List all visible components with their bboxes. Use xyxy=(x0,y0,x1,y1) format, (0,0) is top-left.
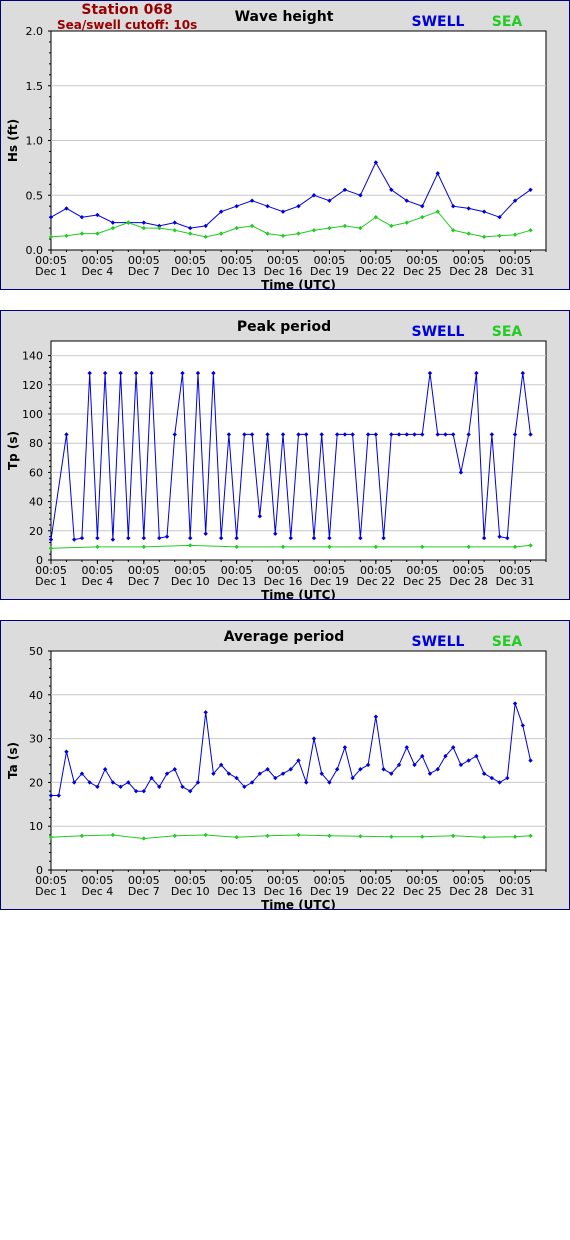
plot-area xyxy=(50,340,547,561)
chart-title: Average period xyxy=(224,629,345,645)
x-axis-label: Time (UTC) xyxy=(261,278,336,289)
peak-period-chart: 02040608010012014000:05Dec 100:05Dec 400… xyxy=(6,319,547,599)
x-tick-date: Dec 1 xyxy=(35,575,67,588)
y-tick-label: 20 xyxy=(29,776,43,789)
y-tick-label: 0.5 xyxy=(26,189,44,202)
x-tick-date: Dec 7 xyxy=(128,885,160,898)
station-name: Station 068 xyxy=(81,2,173,18)
x-tick-date: Dec 28 xyxy=(449,575,488,588)
x-tick-date: Dec 31 xyxy=(496,575,535,588)
station-header: Station 068 Sea/swell cutoff: 10s xyxy=(57,2,198,33)
x-tick-date: Dec 22 xyxy=(356,885,395,898)
x-tick-date: Dec 13 xyxy=(217,575,256,588)
wave-height-chart: 0.00.51.01.52.000:05Dec 100:05Dec 400:05… xyxy=(6,9,547,289)
chart-title: Wave height xyxy=(235,9,334,25)
cutoff-note: Sea/swell cutoff: 10s xyxy=(57,18,198,32)
x-tick-date: Dec 10 xyxy=(171,575,210,588)
average-period-chart: 0102030405000:05Dec 100:05Dec 400:05Dec … xyxy=(6,629,547,909)
legend-sea: SEA xyxy=(492,14,523,30)
x-tick-date: Dec 4 xyxy=(82,575,114,588)
x-tick-date: Dec 31 xyxy=(496,265,535,278)
x-tick-date: Dec 25 xyxy=(403,265,442,278)
y-tick-label: 10 xyxy=(29,820,43,833)
legend-sea: SEA xyxy=(492,324,523,340)
y-tick-label: 2.0 xyxy=(26,25,44,38)
x-tick-date: Dec 16 xyxy=(264,575,303,588)
x-tick-date: Dec 13 xyxy=(217,885,256,898)
x-tick-date: Dec 4 xyxy=(82,265,114,278)
x-tick-date: Dec 19 xyxy=(310,575,349,588)
y-axis-label: Hs (ft) xyxy=(6,119,20,162)
x-tick-date: Dec 1 xyxy=(35,265,67,278)
chart-title: Peak period xyxy=(237,319,331,335)
peak-period-panel: 0 20 40 60 80 100 120 140 00:05 Dec 1 00:05 Dec 4 00… xyxy=(0,310,570,600)
y-tick-label: 80 xyxy=(29,437,43,450)
y-tick-label: 40 xyxy=(29,496,43,509)
average-period-panel: 0 10 20 30 40 50 00:05 Dec 1 00:05 Dec 4 00:05 Dec … xyxy=(0,620,570,910)
y-tick-label: 140 xyxy=(22,350,43,363)
x-tick-date: Dec 25 xyxy=(403,885,442,898)
x-tick-date: Dec 10 xyxy=(171,885,210,898)
x-tick-date: Dec 19 xyxy=(310,885,349,898)
legend-swell: SWELL xyxy=(412,324,465,340)
x-tick-date: Dec 31 xyxy=(496,885,535,898)
y-tick-label: 120 xyxy=(22,379,43,392)
x-tick-date: Dec 22 xyxy=(356,265,395,278)
legend-swell: SWELL xyxy=(412,634,465,650)
y-tick-label: 1.5 xyxy=(26,80,44,93)
x-tick-date: Dec 16 xyxy=(264,885,303,898)
x-tick-date: Dec 16 xyxy=(264,265,303,278)
x-tick-date: Dec 19 xyxy=(310,265,349,278)
x-tick-date: Dec 1 xyxy=(35,885,67,898)
wave-height-panel: 0.0 0.5 1.0 1.5 2.0 00:05 Dec 1 00:05 Dec 4 00:05… xyxy=(0,0,570,290)
x-tick-date: Dec 25 xyxy=(403,575,442,588)
x-axis-label: Time (UTC) xyxy=(261,898,336,909)
x-tick-date: Dec 22 xyxy=(356,575,395,588)
x-axis-label: Time (UTC) xyxy=(261,588,336,599)
x-tick-date: Dec 13 xyxy=(217,265,256,278)
y-tick-label: 40 xyxy=(29,689,43,702)
y-axis-label: Tp (s) xyxy=(6,431,20,470)
x-tick-date: Dec 10 xyxy=(171,265,210,278)
x-tick-date: Dec 28 xyxy=(449,265,488,278)
legend-sea: SEA xyxy=(492,634,523,650)
y-tick-label: 60 xyxy=(29,466,43,479)
y-tick-label: 20 xyxy=(29,525,43,538)
legend-swell: SWELL xyxy=(412,14,465,30)
y-tick-label: 50 xyxy=(29,645,43,658)
x-tick-date: Dec 4 xyxy=(82,885,114,898)
x-tick-date: Dec 7 xyxy=(128,265,160,278)
y-tick-label: 100 xyxy=(22,408,43,421)
x-tick-date: Dec 28 xyxy=(449,885,488,898)
y-tick-label: 30 xyxy=(29,733,43,746)
x-tick-date: Dec 7 xyxy=(128,575,160,588)
y-axis-label: Ta (s) xyxy=(6,742,20,779)
y-tick-label: 1.0 xyxy=(26,135,44,148)
